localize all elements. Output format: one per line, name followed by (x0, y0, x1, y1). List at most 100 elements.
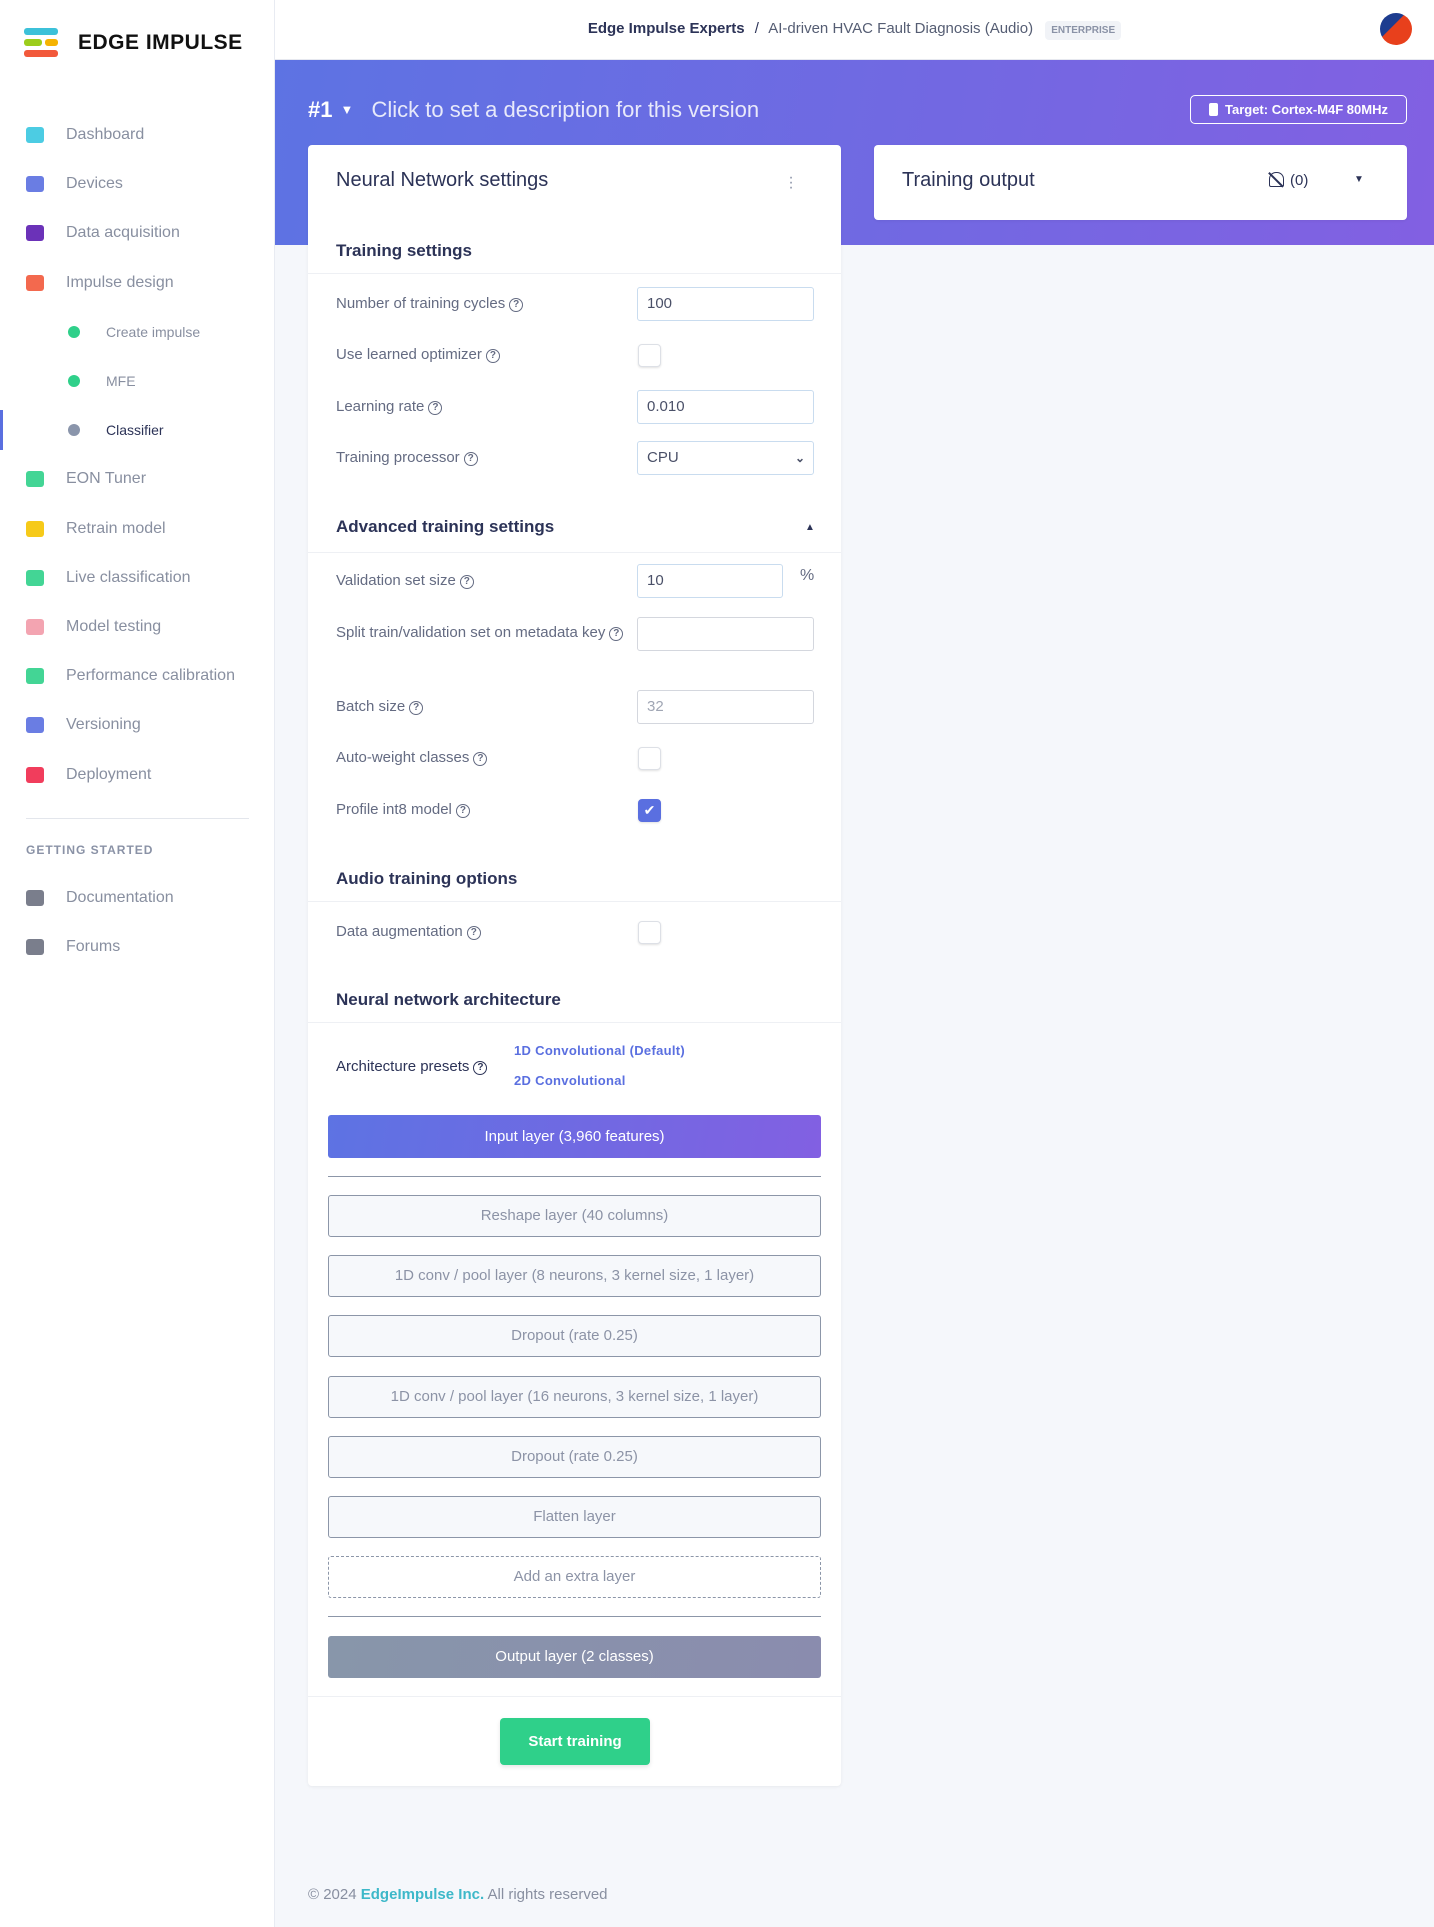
sidebar-item-label: Versioning (66, 716, 141, 734)
sidebar-item-impulse-design[interactable]: Impulse design (0, 263, 275, 303)
help-icon[interactable]: ? (473, 752, 488, 766)
preset-2d-conv[interactable]: 2D Convolutional (514, 1073, 626, 1088)
breadcrumb-org[interactable]: Edge Impulse Experts (588, 20, 745, 37)
help-icon[interactable]: ? (466, 926, 481, 940)
sidebar-item-label: Dashboard (66, 126, 145, 143)
sidebar-item-label: MFE (106, 373, 136, 389)
input-layer[interactable]: Input layer (3,960 features) (328, 1115, 821, 1158)
help-icon[interactable]: ? (473, 1061, 488, 1075)
help-icon[interactable]: ? (609, 627, 624, 641)
caret-up-icon[interactable]: ▲ (805, 522, 815, 533)
sidebar-item-classifier[interactable]: Classifier (0, 410, 275, 450)
version-description[interactable]: Click to set a description for this vers… (371, 97, 759, 122)
monitor-icon (26, 127, 44, 143)
box-icon (26, 766, 44, 783)
sidebar-item-documentation[interactable]: Documentation (0, 878, 275, 918)
sidebar-item-mfe[interactable]: MFE (0, 361, 275, 401)
breadcrumb: Edge Impulse Experts / AI-driven HVAC Fa… (275, 20, 1434, 40)
layer-reshape-layer-40-columns[interactable]: Reshape layer (40 columns) (328, 1195, 821, 1237)
sidebar-item-label: Deployment (66, 765, 152, 783)
batch-size-input[interactable]: 32 (637, 690, 814, 724)
sidebar-item-performance-calibration[interactable]: Performance calibration (0, 656, 275, 696)
divider (328, 1176, 821, 1177)
pulse-icon (26, 274, 44, 291)
sidebar-item-create-impulse[interactable]: Create impulse (0, 312, 275, 352)
training-cycles-input[interactable]: 100 (637, 287, 814, 321)
breadcrumb-project[interactable]: AI-driven HVAC Fault Diagnosis (Audio) (768, 20, 1033, 37)
status-dot-icon (68, 375, 80, 387)
divider (308, 1022, 841, 1023)
sidebar-item-label: Classifier (106, 422, 164, 439)
preset-1d-conv[interactable]: 1D Convolutional (Default) (514, 1043, 685, 1058)
auto-weight-label: Auto-weight classes? (336, 747, 488, 769)
sidebar-divider (26, 818, 249, 819)
notifications-toggle[interactable]: (0) (1268, 172, 1308, 189)
validation-size-input[interactable]: 10 (637, 564, 783, 598)
help-icon[interactable]: ? (428, 401, 443, 415)
sidebar-item-label: Documentation (66, 889, 174, 906)
company-link[interactable]: EdgeImpulse Inc. (361, 1886, 484, 1903)
sidebar-item-label: Model testing (66, 618, 162, 635)
sidebar-item-forums[interactable]: Forums (0, 927, 275, 967)
auto-weight-checkbox[interactable] (638, 747, 661, 770)
sidebar-item-versioning[interactable]: Versioning (0, 705, 275, 745)
divider (328, 1616, 821, 1617)
section-advanced-training[interactable]: Advanced training settings (336, 517, 554, 537)
divider (308, 901, 841, 902)
processor-value: CPU (647, 449, 679, 466)
copyright: © 2024 (308, 1886, 357, 1903)
caret-down-icon[interactable]: ▼ (1354, 174, 1364, 185)
split-key-label: Split train/validation set on metadata k… (336, 622, 626, 644)
layer-dropout-rate-0-25[interactable]: Dropout (rate 0.25) (328, 1435, 821, 1478)
layer-flatten-layer[interactable]: Flatten layer (328, 1496, 821, 1538)
output-layer[interactable]: Output layer (2 classes) (328, 1636, 821, 1678)
logo-icon (24, 28, 66, 58)
learned-optimizer-checkbox[interactable] (638, 344, 661, 367)
help-icon[interactable]: ? (455, 804, 470, 818)
caret-down-icon[interactable]: ▼ (340, 102, 353, 117)
learning-rate-input[interactable]: 0.010 (637, 390, 814, 424)
help-icon[interactable]: ? (509, 298, 524, 312)
branch-icon (26, 717, 44, 734)
footer: © 2024 EdgeImpulse Inc. All rights reser… (308, 1886, 608, 1903)
layer-1d-conv-pool-layer-8-neurons-3-kernel-size-1-layer[interactable]: 1D conv / pool layer (8 neurons, 3 kerne… (328, 1255, 821, 1298)
status-dot-icon (68, 325, 80, 338)
shuffle-icon (26, 520, 44, 537)
top-header: Edge Impulse Experts / AI-driven HVAC Fa… (275, 0, 1434, 60)
clipboard-check-icon (26, 619, 44, 635)
section-training-settings: Training settings (336, 241, 473, 260)
sidebar-item-label: Live classification (66, 568, 191, 586)
sidebar-item-live-classification[interactable]: Live classification (0, 558, 275, 598)
layer-1d-conv-pool-layer-16-neurons-3-kernel-size-1-layer[interactable]: 1D conv / pool layer (16 neurons, 3 kern… (328, 1375, 821, 1418)
sidebar-item-model-testing[interactable]: Model testing (0, 607, 275, 647)
enterprise-badge: ENTERPRISE (1045, 21, 1122, 40)
version-number[interactable]: #1 (308, 97, 332, 122)
chip-icon (1208, 103, 1218, 116)
sidebar-item-deployment[interactable]: Deployment (0, 755, 275, 795)
help-icon[interactable]: ? (409, 701, 424, 715)
sidebar-item-devices[interactable]: Devices (0, 164, 275, 204)
training-processor-select[interactable]: CPU ⌄ (637, 441, 814, 475)
avatar[interactable] (1380, 13, 1412, 45)
sidebar-item-dashboard[interactable]: Dashboard (0, 115, 275, 155)
rights-text: All rights reserved (487, 1886, 608, 1903)
augmentation-checkbox[interactable] (638, 921, 661, 944)
help-icon[interactable]: ? (459, 575, 474, 589)
profile-int8-checkbox[interactable]: ✔ (638, 799, 661, 822)
validation-label: Validation set size? (336, 570, 474, 592)
kebab-menu-icon[interactable]: · · · (787, 170, 795, 196)
edge-impulse-logo[interactable]: EDGE IMPULSE (24, 28, 243, 58)
version-selector[interactable]: #1 ▼ Click to set a description for this … (308, 97, 759, 123)
target-button[interactable]: Target: Cortex-M4F 80MHz (1190, 95, 1407, 124)
sidebar-item-retrain-model[interactable]: Retrain model (0, 509, 275, 549)
sidebar-item-data-acquisition[interactable]: Data acquisition (0, 213, 275, 253)
help-icon[interactable]: ? (485, 349, 500, 363)
sidebar-item-eon-tuner[interactable]: EON Tuner (0, 459, 275, 499)
learned-optimizer-label: Use learned optimizer? (336, 344, 500, 366)
help-icon[interactable]: ? (463, 452, 478, 466)
split-key-input[interactable] (637, 617, 814, 651)
add-layer-button[interactable]: Add an extra layer (328, 1556, 821, 1599)
layer-dropout-rate-0-25[interactable]: Dropout (rate 0.25) (328, 1315, 821, 1358)
start-training-button[interactable]: Start training (500, 1718, 650, 1765)
sidebar: EDGE IMPULSE Dashboard Devices Data acquis… (0, 0, 275, 1927)
